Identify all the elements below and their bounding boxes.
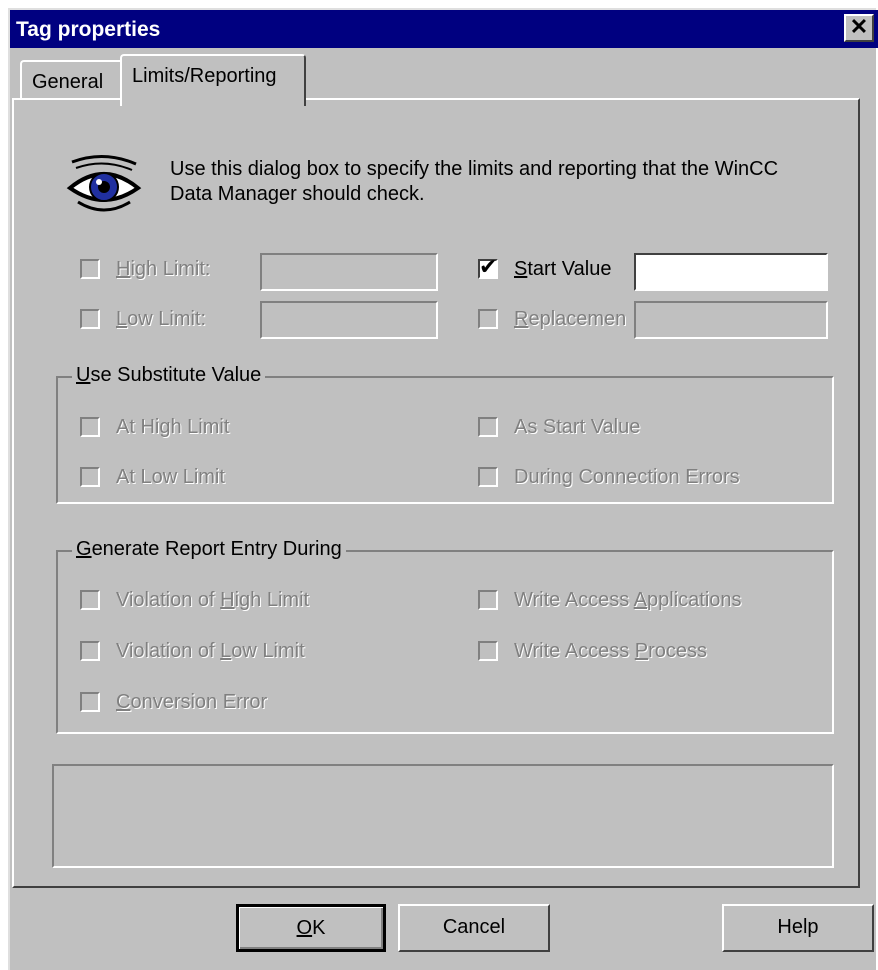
write-access-applications-label: Write Access Applications (514, 589, 742, 611)
violation-low-limit-label: Violation of Low Limit (116, 640, 305, 662)
cancel-button[interactable]: Cancel (398, 904, 550, 952)
tab-general[interactable]: General (20, 60, 124, 100)
low-limit-field[interactable] (260, 301, 438, 339)
at-high-limit-checkbox[interactable]: At High Limit (80, 414, 320, 442)
write-access-applications-box (478, 590, 498, 610)
ok-button[interactable]: OK (236, 904, 386, 952)
conversion-error-label: Conversion Error (116, 691, 268, 713)
replacement-field[interactable] (634, 301, 828, 339)
start-value-box: ✔ (478, 254, 498, 279)
tab-general-label: General (32, 71, 104, 93)
during-connection-errors-checkbox[interactable]: During Connection Errors (478, 464, 778, 492)
at-low-limit-checkbox[interactable]: At Low Limit (80, 464, 320, 492)
tab-limits-reporting[interactable]: Limits/Reporting (120, 54, 306, 106)
help-button[interactable]: Help (722, 904, 874, 952)
violation-high-limit-box (80, 590, 100, 610)
generate-report-legend: Generate Report Entry During (72, 538, 346, 561)
as-start-value-label: As Start Value (514, 416, 641, 438)
start-value-label: Start Value (514, 258, 612, 280)
write-access-process-box (478, 641, 498, 661)
high-limit-label: High Limit: (116, 258, 211, 280)
conversion-error-box (80, 692, 100, 712)
use-substitute-value-legend: Use Substitute Value (72, 364, 266, 387)
check-icon: ✔ (479, 254, 498, 279)
close-icon: ✕ (849, 14, 869, 39)
as-start-value-box (478, 417, 498, 437)
high-limit-box (80, 259, 100, 279)
start-value-input[interactable] (634, 253, 828, 291)
info-panel (52, 764, 834, 868)
intro-text: Use this dialog box to specify the limit… (170, 158, 779, 205)
write-access-process-checkbox[interactable]: Write Access Process (478, 638, 778, 666)
close-button[interactable]: ✕ (844, 14, 874, 42)
violation-high-limit-checkbox[interactable]: Violation of High Limit (80, 587, 380, 615)
conversion-error-checkbox[interactable]: Conversion Error (80, 689, 380, 717)
low-limit-box (80, 309, 100, 329)
violation-high-limit-label: Violation of High Limit (116, 589, 310, 611)
at-high-limit-box (80, 417, 100, 437)
cancel-button-label: Cancel (442, 916, 506, 938)
eye-icon (66, 154, 142, 212)
ok-button-label: OK (296, 917, 326, 939)
low-limit-label: Low Limit: (116, 308, 207, 330)
write-access-process-label: Write Access Process (514, 640, 708, 662)
at-low-limit-box (80, 467, 100, 487)
during-connection-errors-box (478, 467, 498, 487)
replacement-box (478, 309, 498, 329)
low-limit-checkbox[interactable]: Low Limit: (80, 306, 260, 334)
dialog-title: Tag properties (16, 18, 161, 41)
as-start-value-checkbox[interactable]: As Start Value (478, 414, 718, 442)
high-limit-field[interactable] (260, 253, 438, 291)
write-access-applications-checkbox[interactable]: Write Access Applications (478, 587, 778, 615)
replacement-label: Replacemen (514, 308, 627, 330)
help-button-label: Help (777, 916, 819, 938)
during-connection-errors-label: During Connection Errors (514, 466, 740, 488)
violation-low-limit-checkbox[interactable]: Violation of Low Limit (80, 638, 380, 666)
tab-limits-reporting-label: Limits/Reporting (132, 65, 277, 87)
title-bar[interactable]: Tag properties ✕ (10, 10, 878, 48)
replacement-checkbox[interactable]: Replacemen (478, 306, 632, 334)
at-high-limit-label: At High Limit (116, 416, 230, 438)
at-low-limit-label: At Low Limit (116, 466, 225, 488)
high-limit-checkbox[interactable]: High Limit: (80, 256, 260, 284)
start-value-checkbox[interactable]: ✔ Start Value (478, 256, 630, 284)
violation-low-limit-box (80, 641, 100, 661)
